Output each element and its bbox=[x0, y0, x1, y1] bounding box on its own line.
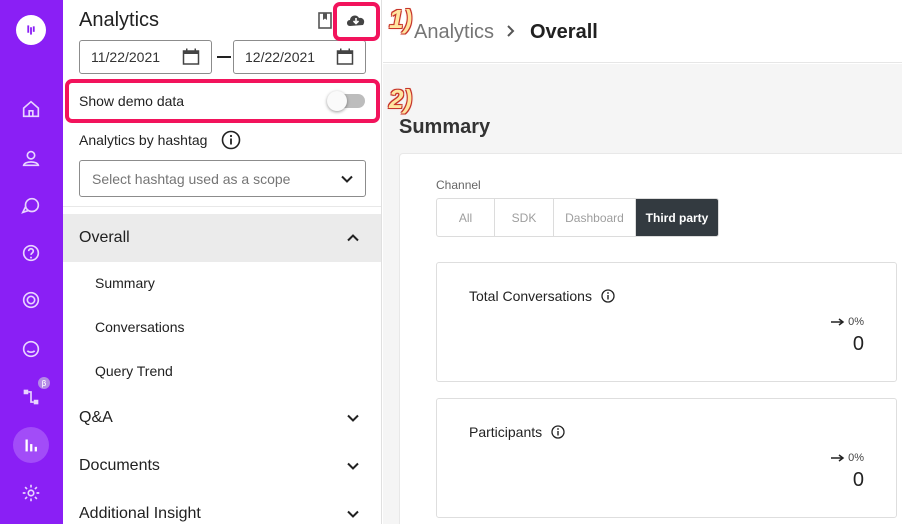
stat-label: Participants bbox=[469, 424, 543, 440]
annotation-2: 2) bbox=[389, 84, 413, 114]
date-from-input[interactable]: 11/22/2021 bbox=[79, 40, 212, 74]
user-icon[interactable] bbox=[19, 146, 43, 170]
arrow-right-icon bbox=[831, 318, 845, 326]
highlight-download bbox=[333, 2, 380, 41]
stat-card-participants: Participants 0% 0 bbox=[436, 398, 897, 518]
nav-section-documents[interactable]: Documents bbox=[63, 442, 381, 490]
stat-delta-value: 0% bbox=[848, 316, 864, 328]
message-icon[interactable] bbox=[19, 337, 43, 361]
stat-label: Total Conversations bbox=[469, 288, 592, 304]
stat-delta: 0% bbox=[831, 316, 864, 328]
info-icon[interactable] bbox=[221, 130, 241, 150]
beta-badge: β bbox=[38, 377, 50, 389]
channel-option-all[interactable]: All bbox=[437, 199, 495, 236]
calendar-icon[interactable] bbox=[182, 48, 200, 66]
date-from-value: 11/22/2021 bbox=[91, 49, 161, 65]
hashtag-label: Analytics by hashtag bbox=[79, 132, 208, 148]
breadcrumb-parent[interactable]: Analytics bbox=[414, 21, 494, 44]
nav-section-additional-insight[interactable]: Additional Insight bbox=[63, 490, 381, 524]
chevron-up-icon bbox=[347, 234, 359, 242]
channel-label: Channel bbox=[436, 178, 481, 192]
chevron-down-icon bbox=[347, 510, 359, 518]
main-content: Summary Channel All SDK Dashboard Third … bbox=[383, 64, 902, 524]
hashtag-placeholder: Select hashtag used as a scope bbox=[92, 170, 291, 187]
nav-section-label: Documents bbox=[79, 457, 160, 474]
stat-value: 0 bbox=[852, 469, 864, 491]
chevron-right-icon bbox=[507, 25, 515, 37]
target-icon[interactable] bbox=[19, 288, 43, 312]
nav-item-query-trend[interactable]: Query Trend bbox=[95, 363, 173, 379]
chevron-down-icon bbox=[347, 462, 359, 470]
bookmark-icon[interactable] bbox=[317, 12, 333, 30]
hashtag-select[interactable]: Select hashtag used as a scope bbox=[79, 160, 366, 197]
nav-section-label: Additional Insight bbox=[79, 505, 201, 522]
stat-card-total-conversations: Total Conversations 0% 0 bbox=[436, 262, 897, 382]
help-icon[interactable] bbox=[19, 241, 43, 265]
channel-option-dashboard[interactable]: Dashboard bbox=[554, 199, 636, 236]
nav-item-conversations[interactable]: Conversations bbox=[95, 319, 185, 335]
stat-value: 0 bbox=[852, 333, 864, 355]
section-title: Summary bbox=[399, 116, 491, 138]
divider bbox=[63, 206, 381, 207]
calendar-icon[interactable] bbox=[336, 48, 354, 66]
breadcrumb: Analytics Overall bbox=[383, 0, 902, 63]
annotation-1: 1) bbox=[389, 4, 413, 34]
chat-icon[interactable] bbox=[19, 194, 43, 218]
chevron-down-icon bbox=[347, 414, 359, 422]
analytics-icon[interactable] bbox=[19, 433, 43, 457]
nav-section-qa[interactable]: Q&A bbox=[63, 394, 381, 442]
date-to-input[interactable]: 12/22/2021 bbox=[233, 40, 366, 74]
stat-delta-value: 0% bbox=[848, 452, 864, 464]
nav-item-summary[interactable]: Summary bbox=[95, 275, 155, 291]
date-to-value: 12/22/2021 bbox=[245, 49, 316, 65]
home-icon[interactable] bbox=[19, 97, 43, 121]
info-icon[interactable] bbox=[601, 289, 615, 303]
chevron-down-icon bbox=[341, 175, 353, 183]
arrow-right-icon bbox=[831, 454, 845, 462]
channel-option-third-party[interactable]: Third party bbox=[636, 199, 718, 236]
info-icon[interactable] bbox=[551, 425, 565, 439]
nav-section-label: Q&A bbox=[79, 409, 113, 426]
gear-icon[interactable] bbox=[19, 481, 43, 505]
highlight-demo-toggle bbox=[65, 79, 380, 123]
app-rail: β bbox=[0, 0, 63, 524]
channel-option-sdk[interactable]: SDK bbox=[495, 199, 554, 236]
breadcrumb-current: Overall bbox=[530, 21, 598, 43]
date-range-separator bbox=[217, 56, 231, 58]
channel-selector: All SDK Dashboard Third party bbox=[436, 198, 719, 237]
logo-icon[interactable] bbox=[16, 15, 46, 45]
panel-title: Analytics bbox=[79, 9, 160, 31]
nav-section-label: Overall bbox=[79, 229, 130, 246]
nav-section-overall[interactable]: Overall bbox=[63, 214, 381, 262]
stat-delta: 0% bbox=[831, 452, 864, 464]
workflow-icon[interactable] bbox=[19, 385, 43, 409]
summary-card: Channel All SDK Dashboard Third party To… bbox=[399, 153, 902, 524]
